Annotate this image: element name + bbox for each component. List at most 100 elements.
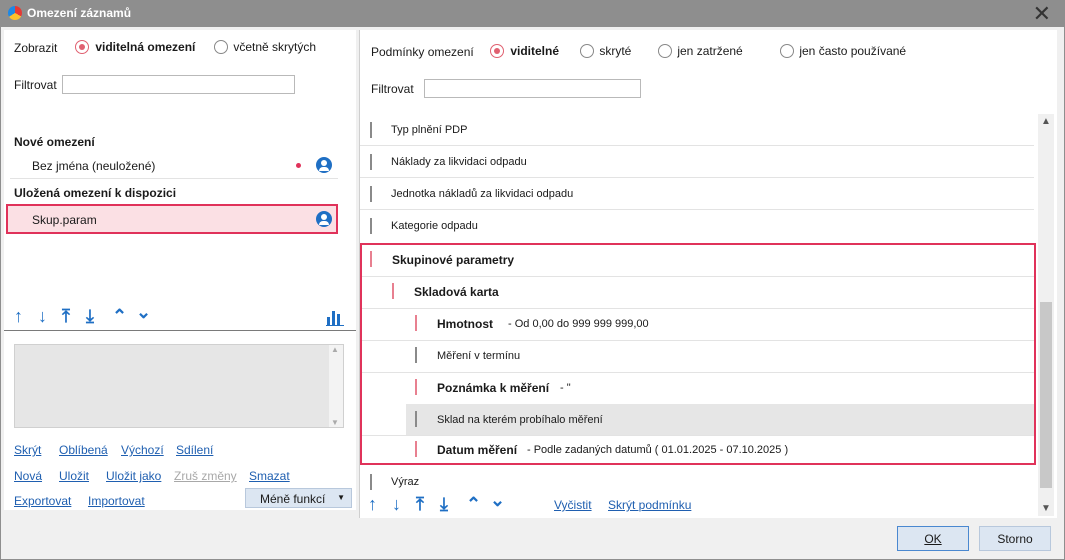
move-top-icon[interactable]: ⤒ [62, 306, 70, 327]
show-visible-radio[interactable]: viditelná omezení [75, 39, 195, 54]
new-section-heading: Nové omezení [14, 135, 95, 149]
filter-input[interactable] [62, 75, 295, 94]
list-item[interactable]: Skupinové parametry [362, 245, 1034, 277]
less-functions-button[interactable]: Méně funkcí ▼ [245, 488, 352, 508]
filter-label: Filtrovat [14, 78, 57, 92]
delete-link[interactable]: Smazat [249, 469, 290, 483]
checkbox-checked[interactable] [415, 315, 417, 331]
list-item[interactable]: Hmotnost - Od 0,00 do 999 999 999,00 [362, 309, 1034, 341]
default-link[interactable]: Výchozí [121, 443, 164, 457]
checkbox[interactable] [370, 474, 372, 490]
item-detail: - " [560, 382, 571, 394]
unsaved-dot-icon [296, 163, 301, 168]
user-icon [316, 211, 332, 227]
item-label: Datum měření [437, 443, 518, 457]
description-area[interactable]: ▲ ▼ [14, 344, 344, 428]
item-label: Hmotnost [437, 317, 493, 331]
move-bottom-icon[interactable]: ⤓ [440, 494, 448, 515]
saved-restriction-row[interactable]: Skup.param [6, 204, 338, 234]
hide-condition-link[interactable]: Skrýt podmínku [608, 498, 691, 512]
user-icon [316, 157, 332, 173]
saved-section-heading: Uložená omezení k dispozici [14, 186, 177, 200]
import-link[interactable]: Importovat [88, 494, 145, 508]
list-item[interactable]: Výraz [360, 467, 1034, 497]
clear-link[interactable]: Vyčistit [554, 498, 592, 512]
new-restriction-row[interactable]: Bez jména (neuložené) [10, 152, 338, 179]
checkbox[interactable] [415, 347, 417, 363]
show-label: Zobrazit [14, 41, 58, 55]
scrollbar[interactable]: ▲ ▼ [329, 345, 343, 427]
show-hidden-radio[interactable]: včetně skrytých [214, 39, 316, 54]
scrollbar[interactable]: ▲ ▼ [1038, 114, 1054, 516]
sharing-link[interactable]: Sdílení [176, 443, 213, 457]
checkbox[interactable] [415, 411, 417, 427]
close-icon[interactable]: ✕ [1033, 1, 1051, 27]
cancel-button[interactable]: Storno [979, 526, 1051, 551]
list-item[interactable]: Jednotka nákladů za likvidaci odpadu [360, 178, 1034, 210]
radio-selected-icon [490, 43, 504, 58]
list-item[interactable]: Skladová karta [362, 277, 1034, 309]
item-label: Jednotka nákladů za likvidaci odpadu [391, 188, 574, 200]
discard-changes-link: Zruš změny [174, 469, 237, 483]
less-functions-label: Méně funkcí [260, 492, 326, 506]
move-down-icon[interactable]: ↓ [392, 494, 401, 515]
scroll-up-icon[interactable]: ▲ [1041, 116, 1051, 127]
export-link[interactable]: Exportovat [14, 494, 71, 508]
checkbox-checked[interactable] [392, 283, 394, 299]
scroll-down-icon[interactable]: ▼ [331, 418, 339, 427]
hide-link[interactable]: Skrýt [14, 443, 41, 457]
filter-label: Filtrovat [371, 82, 414, 96]
list-item[interactable]: Datum měření - Podle zadaných datumů ( 0… [362, 435, 1034, 463]
app-logo-icon [8, 6, 22, 20]
move-up-icon[interactable]: ↑ [368, 494, 377, 515]
dropdown-arrow-icon: ▼ [337, 493, 345, 502]
title-bar: Omezení záznamů ✕ [0, 0, 1065, 26]
radio-icon [658, 43, 672, 58]
checkbox[interactable] [370, 218, 372, 234]
list-item[interactable]: Sklad na kterém probíhalo měření [406, 404, 1034, 435]
cond-checked-radio[interactable]: jen zatržené [658, 43, 743, 58]
item-label: Sklad na kterém probíhalo měření [437, 414, 603, 426]
ok-button[interactable]: OK [897, 526, 969, 551]
cond-hidden-radio[interactable]: skryté [580, 43, 631, 58]
saved-restriction-label: Skup.param [32, 213, 97, 227]
left-panel: Zobrazit viditelná omezení včetně skrytý… [4, 30, 356, 510]
checkbox-checked[interactable] [415, 379, 417, 395]
move-bottom-icon[interactable]: ⤓ [86, 306, 94, 327]
checkbox[interactable] [370, 122, 372, 138]
list-item[interactable]: Typ plnění PDP [360, 114, 1034, 146]
scrollbar-thumb[interactable] [1040, 302, 1052, 488]
save-as-link[interactable]: Uložit jako [106, 469, 161, 483]
cond-visible-radio[interactable]: viditelné [490, 43, 559, 58]
cond-frequent-radio[interactable]: jen často používané [780, 43, 906, 58]
radio-icon [780, 43, 794, 58]
checkbox-checked[interactable] [370, 251, 372, 267]
right-panel: Podmínky omezení viditelné skryté jen za… [359, 30, 1057, 518]
checkbox[interactable] [370, 186, 372, 202]
item-detail: - Od 0,00 do 999 999 999,00 [508, 318, 649, 330]
chevron-up-icon[interactable]: ⌃ [112, 306, 127, 327]
checkbox-checked[interactable] [415, 441, 417, 457]
radio-selected-icon [75, 39, 89, 54]
new-restriction-label: Bez jména (neuložené) [32, 159, 156, 173]
save-link[interactable]: Uložit [59, 469, 89, 483]
list-item[interactable]: Náklady za likvidaci odpadu [360, 146, 1034, 178]
move-up-icon[interactable]: ↑ [14, 306, 23, 327]
chevron-up-icon[interactable]: ⌃ [466, 494, 481, 515]
checkbox[interactable] [370, 154, 372, 170]
list-item[interactable]: Poznámka k měření - " [362, 373, 1034, 405]
new-link[interactable]: Nová [14, 469, 42, 483]
list-item[interactable]: Měření v termínu [362, 341, 1034, 373]
chevron-down-icon[interactable]: ⌄ [490, 490, 505, 511]
list-item[interactable]: Kategorie odpadu [360, 210, 1034, 242]
move-down-icon[interactable]: ↓ [38, 306, 47, 327]
chevron-down-icon[interactable]: ⌄ [136, 302, 151, 323]
item-label: Náklady za likvidaci odpadu [391, 156, 527, 168]
move-top-icon[interactable]: ⤒ [416, 494, 424, 515]
scroll-up-icon[interactable]: ▲ [331, 345, 339, 354]
favorite-link[interactable]: Oblíbená [59, 443, 108, 457]
radio-icon [580, 43, 594, 58]
chart-icon[interactable] [326, 308, 344, 326]
scroll-down-icon[interactable]: ▼ [1041, 503, 1051, 514]
condition-filter-input[interactable] [424, 79, 641, 98]
